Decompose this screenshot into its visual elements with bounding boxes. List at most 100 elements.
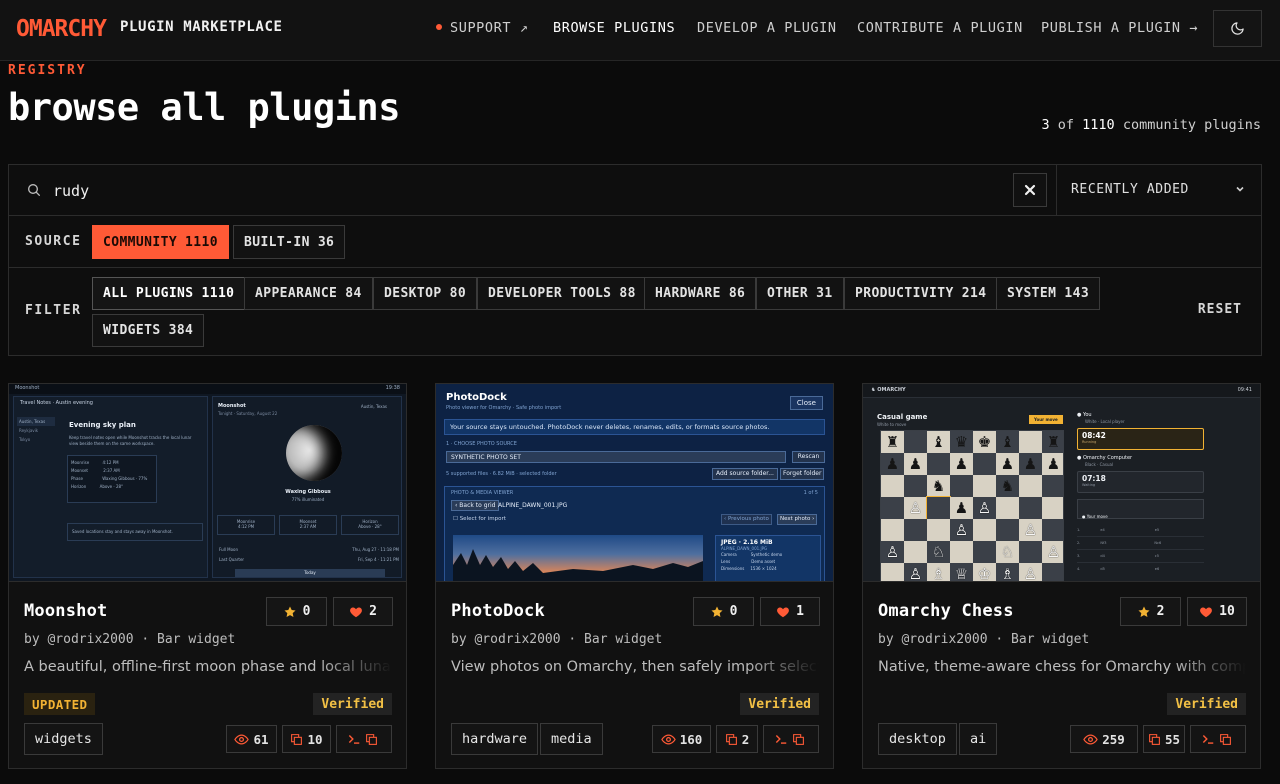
- chess-square: [1042, 563, 1063, 581]
- pine-trees-image: [453, 549, 703, 581]
- chess-square: [881, 497, 904, 519]
- chess-square: ♙: [881, 541, 904, 563]
- filter-chip-system[interactable]: SYSTEM 143: [996, 277, 1101, 310]
- chess-square: [973, 541, 996, 563]
- tag-media[interactable]: media: [540, 723, 603, 755]
- filter-chip-productivity[interactable]: PRODUCTIVITY 214: [844, 277, 998, 310]
- search-row: RECENTLY ADDED: [9, 165, 1261, 216]
- search-input[interactable]: [53, 177, 993, 204]
- copy-icon: [365, 733, 378, 746]
- copy-install-command-button[interactable]: [1190, 725, 1246, 753]
- star-button[interactable]: 0: [693, 597, 754, 626]
- chess-square: ♟: [996, 453, 1019, 475]
- plugin-card-moonshot[interactable]: Moonshot 19:38 Travel Notes · Austin eve…: [8, 383, 407, 769]
- chess-square: ♟: [881, 453, 904, 475]
- chessboard: ♜ ♝ ♛ ♚ ♝ ♜ ♟ ♟ ♟ ♟ ♟ ♟ ♞ ♞ ♙ ♟ ♙ ♙ ♙ ♙ ♘ ♘ ♙ ♙ ♗ ♕ ♔ ♗ ♙: [880, 430, 1064, 581]
- filter-chip-appearance[interactable]: APPEARANCE 84: [244, 277, 373, 310]
- sort-select[interactable]: RECENTLY ADDED: [1056, 165, 1261, 215]
- page-title: browse all plugins: [8, 86, 400, 129]
- source-chip-community[interactable]: COMMUNITY 1110: [92, 225, 229, 259]
- chess-square: ♙: [904, 497, 927, 519]
- chess-square: ♙: [950, 519, 973, 541]
- tag-ai[interactable]: ai: [959, 723, 998, 755]
- plugin-screenshot: Moonshot 19:38 Travel Notes · Austin eve…: [9, 384, 406, 582]
- tag-hardware[interactable]: hardware: [451, 723, 539, 755]
- copy-install-command-button[interactable]: [763, 725, 819, 753]
- chevron-down-icon: [1236, 186, 1244, 192]
- omarchy-logo[interactable]: OMARCHY: [16, 14, 107, 44]
- chess-square: ♟: [1042, 453, 1063, 475]
- copy-count-button[interactable]: 10: [282, 725, 331, 753]
- logo-wordmark: OMARCHY: [16, 16, 107, 42]
- chess-square: [973, 453, 996, 475]
- chess-square: [973, 475, 996, 497]
- plugin-card-omarchy-chess[interactable]: ♞ OMARCHY 09:41 Casual game White to mov…: [862, 383, 1261, 769]
- chess-square: [904, 541, 927, 563]
- moon-image: [286, 425, 342, 481]
- plugin-author: by @rodrix2000 · Bar widget: [24, 632, 236, 647]
- heart-icon: [349, 605, 363, 619]
- copy-count-button[interactable]: 55: [1143, 725, 1185, 753]
- chess-square: ♝: [996, 431, 1019, 453]
- chess-square: ♙: [904, 563, 927, 581]
- like-button[interactable]: 1: [760, 597, 820, 626]
- plugin-screenshot: ♞ OMARCHY 09:41 Casual game White to mov…: [863, 384, 1260, 582]
- nav-link-contribute-plugin[interactable]: CONTRIBUTE A PLUGIN: [857, 20, 1023, 36]
- star-icon: [283, 605, 297, 619]
- filter-chip-developer-tools[interactable]: DEVELOPER TOOLS 88: [477, 277, 647, 310]
- reset-filters-button[interactable]: RESET: [1198, 302, 1242, 317]
- terminal-icon: [1201, 732, 1215, 746]
- chess-square: ♞: [927, 475, 950, 497]
- source-chip-built-in[interactable]: BUILT-IN 36: [233, 225, 346, 259]
- tag-widgets[interactable]: widgets: [24, 723, 103, 755]
- nav-link-publish-plugin[interactable]: PUBLISH A PLUGIN →: [1041, 20, 1198, 36]
- plugin-title[interactable]: PhotoDock: [451, 601, 545, 621]
- like-button[interactable]: 10: [1187, 597, 1247, 626]
- eye-icon: [234, 732, 249, 747]
- top-nav: OMARCHY PLUGIN MARKETPLACE SUPPORT ↗ BRO…: [0, 0, 1280, 61]
- chess-square: ♘: [996, 541, 1019, 563]
- copy-count-button[interactable]: 2: [716, 725, 758, 753]
- tag-desktop[interactable]: desktop: [878, 723, 957, 755]
- updated-badge: UPDATED: [24, 693, 96, 715]
- nav-link-support[interactable]: SUPPORT ↗: [436, 20, 529, 36]
- chess-square: ♘: [927, 541, 950, 563]
- moon-icon: [1231, 22, 1244, 35]
- registry-eyebrow: REGISTRY: [8, 63, 87, 78]
- chess-square: [904, 431, 927, 453]
- nav-link-browse-plugins[interactable]: BROWSE PLUGINS: [553, 20, 675, 36]
- plugin-author: by @rodrix2000 · Bar widget: [451, 632, 663, 647]
- copy-install-command-button[interactable]: [336, 725, 392, 753]
- plugin-description: View photos on Omarchy, then safely impo…: [451, 659, 819, 675]
- clear-search-button[interactable]: [1013, 173, 1047, 207]
- chess-square: ♛: [950, 431, 973, 453]
- filter-chip-desktop[interactable]: DESKTOP 80: [373, 277, 478, 310]
- star-icon: [1137, 605, 1151, 619]
- copy-icon: [1219, 733, 1232, 746]
- copy-icon: [1148, 733, 1161, 746]
- theme-toggle-button[interactable]: [1213, 10, 1262, 47]
- chess-square: ♙: [1042, 541, 1063, 563]
- result-count: 3 of 1110 community plugins: [1041, 117, 1261, 133]
- plugin-title[interactable]: Moonshot: [24, 601, 107, 621]
- chess-square: [904, 519, 927, 541]
- chess-square: ♗: [996, 563, 1019, 581]
- source-row: SOURCE COMMUNITY 1110 BUILT-IN 36: [9, 216, 1261, 268]
- verified-badge: Verified: [313, 693, 392, 715]
- filter-chip-hardware[interactable]: HARDWARE 86: [644, 277, 757, 310]
- chess-square: ♙: [1019, 563, 1042, 581]
- chess-square: [926, 496, 951, 520]
- star-button[interactable]: 0: [266, 597, 327, 626]
- photo-preview: [453, 535, 703, 581]
- nav-link-develop-plugin[interactable]: DEVELOP A PLUGIN: [697, 20, 837, 36]
- plugin-title[interactable]: Omarchy Chess: [878, 601, 1014, 621]
- star-button[interactable]: 2: [1120, 597, 1181, 626]
- filter-chip-widgets[interactable]: WIDGETS 384: [92, 314, 205, 347]
- like-button[interactable]: 2: [333, 597, 393, 626]
- chess-square: [1042, 519, 1063, 541]
- chess-square: ♕: [950, 563, 973, 581]
- plugin-card-photodock[interactable]: PhotoDock Photo viewer for Omarchy · Saf…: [435, 383, 834, 769]
- filter-chip-all-plugins[interactable]: ALL PLUGINS 1110: [92, 277, 246, 310]
- filter-chip-other[interactable]: OTHER 31: [756, 277, 844, 310]
- heart-icon: [1199, 605, 1213, 619]
